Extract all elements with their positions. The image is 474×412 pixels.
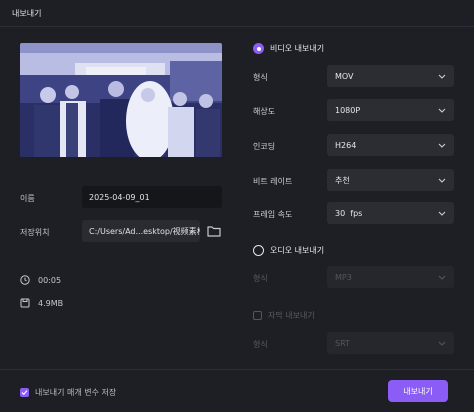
encoding-label: 인코딩 xyxy=(253,142,276,151)
bitrate-label: 비트 레이트 xyxy=(253,177,293,186)
chevron-down-icon xyxy=(438,74,446,79)
framerate-label: 프레임 속도 xyxy=(253,210,293,219)
duration-value: 00:05 xyxy=(38,275,62,285)
check-icon xyxy=(21,390,28,396)
subtitle-export-label: 자막 내보내기 xyxy=(268,311,315,320)
bitrate-select[interactable]: 추천 xyxy=(327,169,454,191)
format-label: 형식 xyxy=(253,73,268,82)
name-label: 이름 xyxy=(20,194,35,203)
framerate-select[interactable]: 30 fps xyxy=(327,202,454,224)
chevron-down-icon xyxy=(438,143,446,148)
video-export-option[interactable]: 비디오 내보내기 xyxy=(253,43,324,54)
subtitle-format-label: 형식 xyxy=(253,340,268,349)
chevron-down-icon xyxy=(438,178,446,183)
save-location-label: 저장위치 xyxy=(20,228,50,237)
chevron-down-icon xyxy=(438,211,446,216)
window-title: 내보내기 xyxy=(12,8,42,18)
name-input[interactable]: 2025-04-09_01 xyxy=(82,186,222,208)
video-export-radio[interactable] xyxy=(253,43,264,54)
chevron-down-icon xyxy=(438,275,446,280)
folder-icon[interactable] xyxy=(207,225,221,237)
duration-row: 00:05 xyxy=(20,275,61,285)
title-divider xyxy=(0,26,474,27)
audio-format-label: 형식 xyxy=(253,274,268,283)
file-size-icon xyxy=(20,298,30,308)
audio-export-option[interactable]: 오디오 내보내기 xyxy=(253,245,324,256)
subtitle-export-checkbox[interactable] xyxy=(253,311,262,320)
chevron-down-icon xyxy=(438,341,446,346)
resolution-select[interactable]: 1080P xyxy=(327,99,454,121)
save-path-input[interactable]: C:/Users/Ad...esktop/视频素材 xyxy=(82,220,200,242)
framerate-value: 30 fps xyxy=(335,208,363,218)
audio-format-select[interactable]: MP3 xyxy=(327,266,454,288)
encoding-value: H264 xyxy=(335,140,357,150)
subtitle-export-option[interactable]: 자막 내보내기 xyxy=(253,310,315,321)
subtitle-format-value: SRT xyxy=(335,338,350,348)
subtitle-format-select[interactable]: SRT xyxy=(327,332,454,354)
footer-divider xyxy=(0,369,474,370)
remember-settings-option[interactable]: 내보내기 매개 변수 저장 xyxy=(20,387,116,398)
remember-settings-label: 내보내기 매개 변수 저장 xyxy=(35,388,117,397)
remember-settings-checkbox[interactable] xyxy=(20,388,29,397)
audio-export-radio[interactable] xyxy=(253,245,264,256)
video-preview xyxy=(20,43,222,157)
bitrate-value: 추천 xyxy=(335,175,350,185)
encoding-select[interactable]: H264 xyxy=(327,134,454,156)
title-bar: 내보내기 xyxy=(0,0,474,26)
video-export-label: 비디오 내보내기 xyxy=(270,44,325,53)
preview-image xyxy=(20,43,222,157)
audio-export-label: 오디오 내보내기 xyxy=(270,246,325,255)
resolution-label: 해상도 xyxy=(253,107,276,116)
resolution-value: 1080P xyxy=(335,105,361,115)
chevron-down-icon xyxy=(438,108,446,113)
size-row: 4.9MB xyxy=(20,298,63,308)
size-value: 4.9MB xyxy=(38,298,64,308)
export-button[interactable]: 내보내기 xyxy=(388,380,448,402)
format-select[interactable]: MOV xyxy=(327,65,454,87)
audio-format-value: MP3 xyxy=(335,272,352,282)
clock-icon xyxy=(20,275,30,285)
format-value: MOV xyxy=(335,71,354,81)
